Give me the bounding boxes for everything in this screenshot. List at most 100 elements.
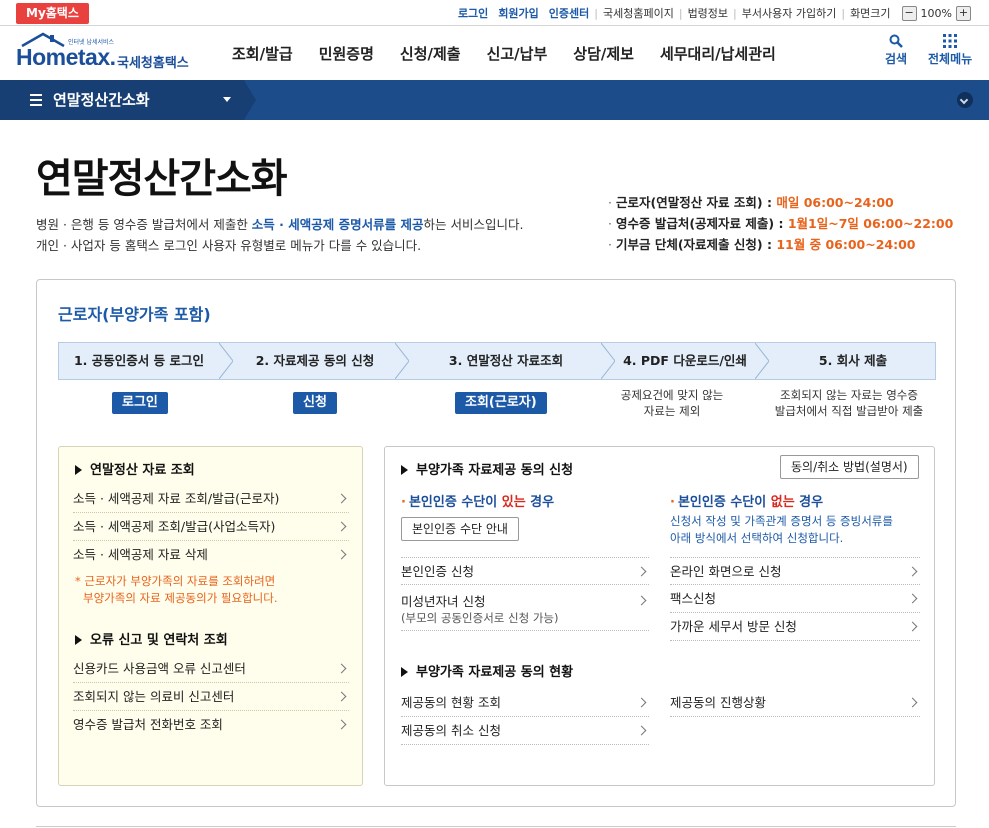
dept-user-signup-link[interactable]: 부서사용자 가입하기 [737,5,842,21]
card-error-report-link[interactable]: 신용카드 사용금액 오류 신고센터 [73,655,349,683]
note-line: 부양가족의 자료 제공동의가 필요합니다. [83,591,278,605]
deduction-inquiry-business-link[interactable]: 소득 · 세액공제 조회/발급(사업소득자) [73,513,349,541]
all-menu-label: 전체메뉴 [928,52,973,66]
utility-links: 로그인 회원가입 인증센터 | 국세청홈페이지 | 법령정보 | 부서사용자 가… [453,0,971,26]
deduction-delete-link[interactable]: 소득 · 세액공제 자료 삭제 [73,541,349,569]
chevron-right-icon [907,593,918,604]
step-arrow-icon [219,343,233,379]
chevron-right-icon [336,691,347,702]
chevron-right-icon [636,595,647,606]
medical-report-link[interactable]: 조회되지 않는 의료비 신고센터 [73,683,349,711]
grid-menu-icon [943,34,958,48]
office-visit-apply-link[interactable]: 가까운 세무서 방문 신청 [670,613,920,641]
zoom-out-button[interactable]: − [901,5,917,21]
consent-progress-link[interactable]: 제공동의 진행상황 [670,689,920,717]
link-label: 조회되지 않는 의료비 신고센터 [73,689,235,704]
nav-civil-cert[interactable]: 민원증명 [319,43,374,64]
no-auth-heading: · 본인인증 수단이 없는 경우 [670,495,824,510]
link-label: 영수증 발급처 전화번호 조회 [73,717,223,732]
law-info-link[interactable]: 법령정보 [683,5,733,21]
desc-text: 하는 서비스입니다. [423,217,524,232]
heading-text: 부양가족 자료제공 동의 신청 [416,463,574,478]
section-title: 근로자(부양가족 포함) [58,305,211,324]
link-label: 제공동의 현황 조회 [401,695,501,710]
chevron-right-icon [907,621,918,632]
chevron-right-icon [907,697,918,708]
hamburger-icon [30,91,42,109]
zoom-control: − 100% + [901,5,971,21]
step-arrow-icon [601,343,615,379]
self-auth-apply-link[interactable]: 본인인증 신청 [401,557,649,585]
link-sublabel: (부모의 공동인증서로 신청 가능) [401,611,559,625]
inquiry-step-button[interactable]: 조회(근로자) [455,392,547,414]
issuer-phone-link[interactable]: 영수증 발급처 전화번호 조회 [73,711,349,739]
consent-status-inquiry-link[interactable]: 제공동의 현황 조회 [401,689,649,717]
consent-cancel-link[interactable]: 제공동의 취소 신청 [401,717,649,745]
schedule-day: 1월1일~7일 [787,216,864,231]
online-apply-link[interactable]: 온라인 화면으로 신청 [670,557,920,585]
zoom-in-button[interactable]: + [956,5,971,21]
link-label: 신용카드 사용금액 오류 신고센터 [73,661,246,676]
heading-text: 오류 신고 및 연락처 조회 [90,633,228,648]
left-panel: 연말정산 자료 조회 소득 · 세액공제 자료 조회/발급(근로자) 소득 · … [58,446,363,786]
nts-homepage-link[interactable]: 국세청홈페이지 [598,5,679,21]
desc-line: 아래 방식에서 선택하여 신청합니다. [670,531,844,545]
nav-tax-agent[interactable]: 세무대리/납세관리 [660,43,776,64]
link-label: 소득 · 세액공제 자료 삭제 [73,547,208,562]
has-auth-heading: · 본인인증 수단이 있는 경우 [401,495,555,510]
login-link[interactable]: 로그인 [453,5,493,21]
link-label: 제공동의 진행상황 [670,695,766,710]
search-button[interactable]: 검색 [885,34,907,67]
nav-report-pay[interactable]: 신고/납부 [487,43,548,64]
right-panel: 부양가족 자료제공 동의 신청 동의/취소 방법(설명서) · 본인인증 수단이 … [384,446,935,786]
consent-method-button[interactable]: 동의/취소 방법(설명서) [780,455,919,479]
signup-link[interactable]: 회원가입 [493,5,543,21]
nav-inquiry-issue[interactable]: 조회/발급 [232,43,293,64]
login-step-button[interactable]: 로그인 [112,392,168,414]
breadcrumb-arrow [244,80,256,120]
page-title: 연말정산간소화 [36,156,288,202]
note-line: 자료는 제외 [643,404,701,418]
heading-text: 경우 [525,495,555,510]
link-label: 제공동의 취소 신청 [401,723,501,738]
hometax-logo[interactable]: 인터넷 납세서비스 Hometax. 국세청홈택스 [16,32,206,76]
triangle-icon [75,464,82,475]
schedule-label: 기부금 단체(자료제출 신청) : [615,237,777,252]
apply-step-button[interactable]: 신청 [293,392,337,414]
link-label: 소득 · 세액공제 자료 조회/발급(근로자) [73,491,280,506]
minor-child-apply-link[interactable]: 미성년자녀 신청 (부모의 공동인증서로 신청 가능) [401,589,649,631]
triangle-icon [75,634,82,645]
fax-apply-link[interactable]: 팩스신청 [670,585,920,613]
schedule-row: · 근로자(연말정산 자료 조회) : 매일 06:00~24:00 [608,195,894,210]
nav-apply-submit[interactable]: 신청/제출 [400,43,461,64]
heading-emphasis: 없는 [770,495,795,510]
step-arrow-icon [395,343,409,379]
link-label: 팩스신청 [670,591,717,606]
schedule-row: · 영수증 발급처(공제자료 제출) : 1월1일~7일 06:00~22:00 [608,216,954,231]
auth-guide-button[interactable]: 본인인증 수단 안내 [401,517,519,541]
chevron-right-icon [636,566,647,577]
heading-text: 본인인증 수단이 [408,495,502,510]
all-menu-button[interactable]: 전체메뉴 [928,34,972,67]
cert-center-link[interactable]: 인증센터 [544,5,594,21]
nav-consult-tip[interactable]: 상담/제보 [573,43,634,64]
note-line: 조회되지 않는 자료는 영수증 [780,388,918,402]
breadcrumb-bar: 연말정산간소화 [0,80,989,120]
note-line: 공제요건에 맞지 않는 [620,388,724,402]
logo-wordmark: Hometax. [16,44,116,70]
deduction-inquiry-worker-link[interactable]: 소득 · 세액공제 자료 조회/발급(근로자) [73,485,349,513]
step-arrow-icon [755,343,769,379]
schedule-time: 06:00~22:00 [863,216,954,231]
desc-line-2: 개인 · 사업자 등 홈택스 로그인 사용자 유형별로 메뉴가 다를 수 있습니… [36,238,422,253]
chevron-right-icon [336,549,347,560]
heading-text: 연말정산 자료 조회 [90,463,195,478]
link-label: 소득 · 세액공제 조회/발급(사업소득자) [73,519,276,534]
breadcrumb-dropdown[interactable]: 연말정산간소화 [0,80,244,120]
main-header: 인터넷 납세서비스 Hometax. 국세청홈택스 조회/발급 민원증명 신청/… [0,26,989,80]
chevron-right-icon [336,719,347,730]
logo-korean: 국세청홈택스 [117,56,189,71]
link-label: 본인인증 신청 [401,564,474,579]
expand-circle-button[interactable] [957,92,973,108]
chevron-right-icon [907,566,918,577]
my-hometax-button[interactable]: My홈택스 [16,3,89,24]
